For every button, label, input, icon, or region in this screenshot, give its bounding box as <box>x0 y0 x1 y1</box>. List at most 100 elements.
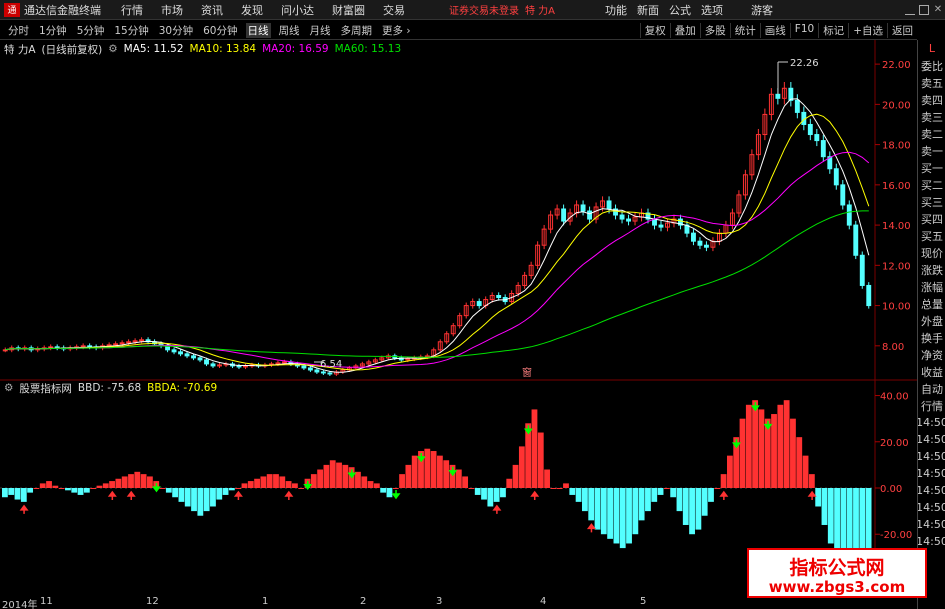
candle-body <box>314 369 320 373</box>
menu-item-discover[interactable]: 发现 <box>241 2 263 18</box>
side-panel-item[interactable]: 外盘 <box>918 312 945 329</box>
period-60min[interactable]: 60分钟 <box>201 23 239 38</box>
price-tick-label: 14.00 <box>882 221 911 232</box>
side-panel-item[interactable]: 现价 <box>918 244 945 261</box>
buy-signal-arrow <box>126 490 136 500</box>
date-tick-label: 1 <box>262 596 269 607</box>
period-weekly[interactable]: 周线 <box>277 23 302 38</box>
menu-item-ask[interactable]: 问小达 <box>281 2 314 18</box>
tool-adjust[interactable]: 复权 <box>639 23 670 38</box>
bbd-bar <box>273 474 279 488</box>
side-panel-item[interactable]: 卖五 <box>918 74 945 91</box>
menu-item-options[interactable]: 选项 <box>701 2 723 18</box>
menu-item-market[interactable]: 市场 <box>161 2 183 18</box>
side-panel-item[interactable]: 总量 <box>918 295 945 312</box>
period-daily[interactable]: 日线 <box>245 23 271 38</box>
side-panel-item[interactable]: 自动 <box>918 380 945 397</box>
bbd-bar <box>632 488 639 535</box>
candle-body <box>197 357 203 361</box>
tool-overlay[interactable]: 叠加 <box>669 23 700 38</box>
side-panel-item[interactable]: 买一 <box>918 159 945 176</box>
sub-tick-label: 0.00 <box>880 484 902 495</box>
tool-multi-stock[interactable]: 多股 <box>699 23 730 38</box>
period-15min[interactable]: 15分钟 <box>112 23 150 38</box>
side-panel-item[interactable]: 委比 <box>918 57 945 74</box>
minimize-icon[interactable] <box>905 5 915 15</box>
candle-body <box>853 224 859 256</box>
bbd-bar <box>128 474 134 488</box>
side-panel-item[interactable]: 14:50 <box>918 431 945 448</box>
side-panel-item[interactable]: 收益 <box>918 363 945 380</box>
side-panel-item[interactable]: 净资 <box>918 346 945 363</box>
close-icon[interactable]: ✕ <box>933 4 943 15</box>
period-intraday[interactable]: 分时 <box>6 23 31 38</box>
bbd-bar <box>285 481 292 488</box>
menu-item-news[interactable]: 资讯 <box>201 2 223 18</box>
side-panel-item[interactable]: 卖二 <box>918 125 945 142</box>
maximize-icon[interactable] <box>919 4 929 15</box>
period-5min[interactable]: 5分钟 <box>75 23 107 38</box>
menu-item-wealth[interactable]: 财富圈 <box>332 2 365 18</box>
bbd-bar <box>46 481 52 488</box>
side-panel-item[interactable]: 卖三 <box>918 108 945 125</box>
tool-add-watchlist[interactable]: +自选 <box>848 23 887 38</box>
bbd-bar <box>727 455 733 488</box>
event-marker[interactable]: 窗 <box>522 366 532 379</box>
side-panel-item[interactable]: 换手 <box>918 329 945 346</box>
candle-body <box>807 123 813 136</box>
tool-statistics[interactable]: 统计 <box>729 23 760 38</box>
side-panel-item[interactable]: 14:50 <box>918 499 945 516</box>
low-price-label: 6.54 <box>320 359 342 370</box>
bbd-bar <box>77 488 84 495</box>
bbd-bar <box>455 469 462 488</box>
menu-item-quotes[interactable]: 行情 <box>121 2 143 18</box>
bbd-bar <box>197 488 204 516</box>
candle-body <box>178 351 183 355</box>
menu-item-function[interactable]: 功能 <box>605 2 627 18</box>
menu-item-new-page[interactable]: 新面 <box>637 2 659 18</box>
login-warning[interactable]: 证券交易未登录 <box>449 2 519 17</box>
buy-signal-arrow <box>719 490 729 500</box>
bbd-bar <box>720 474 727 488</box>
bbd-bar <box>777 404 784 488</box>
guest-label[interactable]: 游客 <box>751 2 773 18</box>
period-more[interactable]: 更多 › <box>380 23 413 38</box>
side-panel-item[interactable]: 卖一 <box>918 142 945 159</box>
side-panel-item[interactable]: 14:50 <box>918 465 945 482</box>
tool-mark[interactable]: 标记 <box>818 23 848 38</box>
side-panel-item[interactable]: 14:50 <box>918 414 945 431</box>
bbd-bar <box>317 469 324 488</box>
side-panel-item[interactable]: 行情 <box>918 397 945 414</box>
tool-draw[interactable]: 画线 <box>759 23 790 38</box>
period-multi[interactable]: 多周期 <box>339 23 375 38</box>
tool-back[interactable]: 返回 <box>887 23 917 38</box>
side-panel-item[interactable]: 14:50 <box>918 448 945 465</box>
side-panel-item[interactable]: 涨幅 <box>918 278 945 295</box>
bbd-bar <box>39 483 46 488</box>
candle-body <box>775 93 781 99</box>
date-tick-label: 4 <box>540 596 547 607</box>
kline-chart[interactable]: 22.0020.0018.0016.0014.0012.0010.008.00 … <box>0 40 917 596</box>
period-monthly[interactable]: 月线 <box>308 23 333 38</box>
side-panel-item[interactable]: 买五 <box>918 227 945 244</box>
bbd-bar <box>745 404 752 488</box>
period-1min[interactable]: 1分钟 <box>37 23 69 38</box>
side-panel-item[interactable]: 卖四 <box>918 91 945 108</box>
watermark-url: www.zbgs3.com <box>768 578 906 596</box>
buy-signal-arrow <box>586 523 596 533</box>
side-panel-item[interactable]: 14:50 <box>918 516 945 533</box>
menu-item-trade[interactable]: 交易 <box>383 2 405 18</box>
side-panel-item[interactable]: 买二 <box>918 176 945 193</box>
side-panel-item[interactable]: 买三 <box>918 193 945 210</box>
tool-f10[interactable]: F10 <box>789 23 818 38</box>
side-panel-item[interactable]: 买四 <box>918 210 945 227</box>
menu-item-formula[interactable]: 公式 <box>669 2 691 18</box>
side-panel-item[interactable]: 涨跌 <box>918 261 945 278</box>
bbd-bar <box>689 488 695 535</box>
side-panel-item[interactable]: L <box>918 40 945 57</box>
side-panel-item[interactable]: 14:50 <box>918 482 945 499</box>
period-30min[interactable]: 30分钟 <box>157 23 195 38</box>
bbd-bar <box>544 469 550 488</box>
bbd-bar <box>506 478 513 488</box>
candle-body <box>626 218 631 222</box>
